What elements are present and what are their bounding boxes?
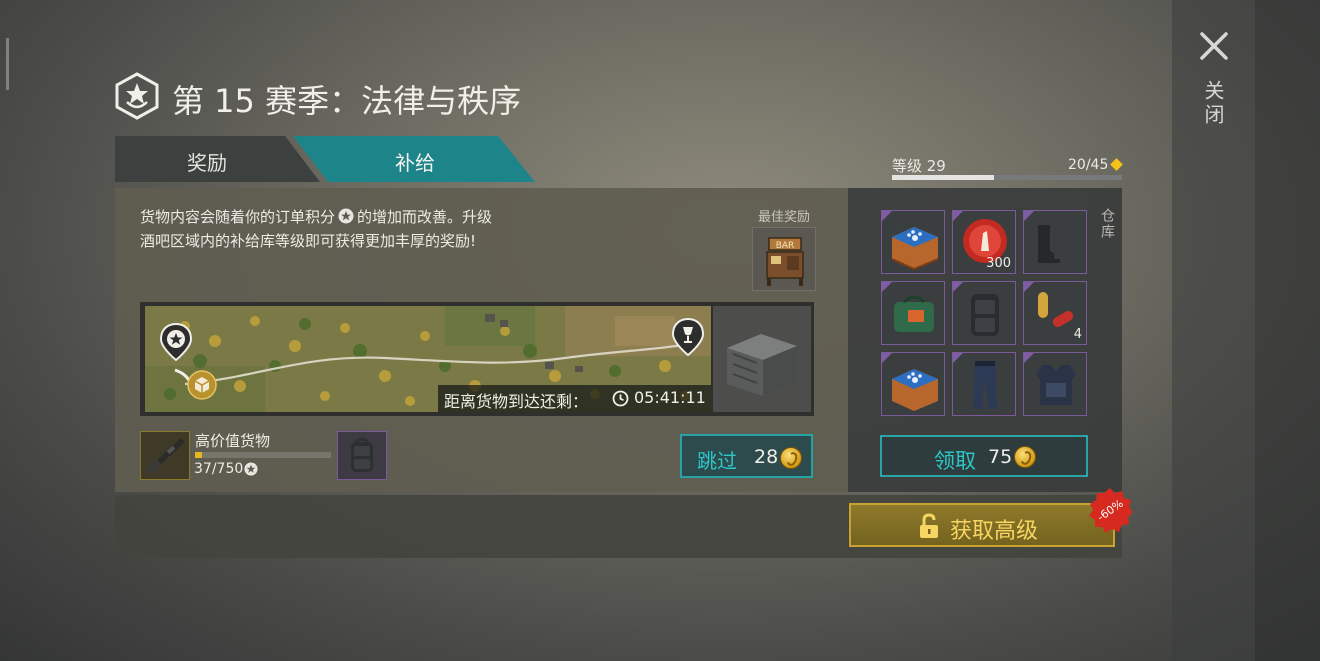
tab-rewards-label: 奖励 — [187, 151, 227, 175]
high-value-cargo-label: 高价值货物 — [195, 432, 271, 450]
start-pin-icon — [159, 322, 193, 362]
cargo-progress-text: 37/750 — [194, 461, 244, 477]
blue-paw-box-icon — [891, 227, 939, 271]
claim-label: 领取 — [934, 449, 976, 473]
supply-crate-panel — [713, 306, 811, 412]
left-edge-handle — [6, 38, 9, 90]
close-label[interactable]: 关闭 — [1200, 80, 1228, 128]
diamond-icon — [1110, 158, 1123, 171]
get-premium-button[interactable]: 获取高级 — [849, 503, 1115, 547]
item-slot-8[interactable] — [952, 352, 1016, 416]
premium-label: 获取高级 — [950, 519, 1039, 544]
description-text-b: 的增加而改善。升级 — [357, 208, 493, 226]
cargo-backpack-item[interactable] — [337, 431, 387, 480]
bar-pin-icon — [671, 317, 705, 357]
shotgun-icon — [147, 438, 185, 474]
claim-cost: 75 — [988, 446, 1013, 468]
claim-button[interactable]: 领取 75 — [880, 435, 1088, 477]
arrival-timer-label: 距离货物到达还剩： — [444, 392, 589, 411]
skip-button[interactable]: 跳过 28 — [680, 434, 813, 478]
page-title: 第 15 赛季：法律与秩序 — [172, 82, 522, 120]
best-reward-item[interactable]: BAR — [752, 227, 816, 291]
body-armor-icon — [1036, 365, 1076, 405]
skip-cost: 28 — [754, 446, 779, 468]
order-score-icon — [244, 462, 258, 476]
right-edge-area — [1255, 0, 1320, 661]
description-text-a: 货物内容会随着你的订单积分 — [140, 208, 336, 226]
backpack-icon — [351, 437, 373, 472]
bar-counter-icon: BAR — [766, 237, 804, 286]
arrival-timer-value: 05:41:11 — [634, 388, 706, 407]
tab-bar: 奖励 补给 — [115, 136, 535, 182]
cargo-progress-bar — [195, 452, 331, 458]
item-slot-9[interactable] — [1023, 352, 1087, 416]
shotgun-item[interactable] — [140, 431, 190, 480]
supply-description: 货物内容会随着你的订单积分 的增加而改善。升级 酒吧区域内的补给库等级即可获得更加… — [140, 205, 580, 253]
cargo-marker-icon — [187, 370, 217, 400]
item-slot-2[interactable]: 300 — [952, 210, 1016, 274]
description-line-2: 酒吧区域内的补给库等级即可获得更加丰厚的奖励! — [140, 232, 477, 250]
blue-paw-box-icon — [892, 369, 938, 411]
tab-rewards[interactable]: 奖励 — [115, 136, 320, 182]
item-slot-3[interactable] — [1023, 210, 1087, 274]
clock-icon — [612, 390, 629, 407]
discount-badge: -60% — [1089, 488, 1133, 533]
season-shield-icon — [115, 72, 159, 120]
item-count: 4 — [1073, 327, 1082, 342]
tab-supply-label: 补给 — [395, 151, 435, 175]
level-progress-text: 20/45 — [1068, 157, 1109, 173]
cargo-progress-fill — [195, 452, 202, 458]
item-slot-4[interactable] — [881, 281, 945, 345]
level-progress-bar — [892, 175, 1122, 180]
order-score-icon — [338, 208, 354, 224]
level-label: 等级 29 — [892, 157, 946, 175]
unlock-icon — [920, 513, 938, 538]
description-line-1: 货物内容会随着你的订单积分 的增加而改善。升级 — [140, 205, 580, 229]
tactical-pants-icon — [973, 361, 997, 409]
item-slot-1[interactable] — [881, 210, 945, 274]
supply-crate-icon — [727, 334, 797, 396]
item-slot-7[interactable] — [881, 352, 945, 416]
best-reward-label: 最佳奖励 — [758, 210, 811, 225]
skip-label: 跳过 — [697, 449, 737, 473]
item-slot-5[interactable] — [952, 281, 1016, 345]
tactical-backpack-icon — [971, 294, 999, 336]
tab-supply[interactable]: 补给 — [293, 136, 535, 182]
level-progress-fill — [892, 175, 995, 180]
svg-text:BAR: BAR — [776, 241, 795, 251]
gold-coin-icon — [780, 447, 802, 469]
green-duffel-bag-icon — [894, 295, 934, 332]
item-count: 300 — [986, 256, 1011, 271]
item-slot-6[interactable]: 4 — [1023, 281, 1087, 345]
close-icon[interactable] — [1196, 28, 1232, 64]
gold-coin-icon — [1014, 446, 1036, 468]
boots-icon — [1038, 221, 1076, 263]
warehouse-label: 仓库 — [1099, 208, 1115, 240]
